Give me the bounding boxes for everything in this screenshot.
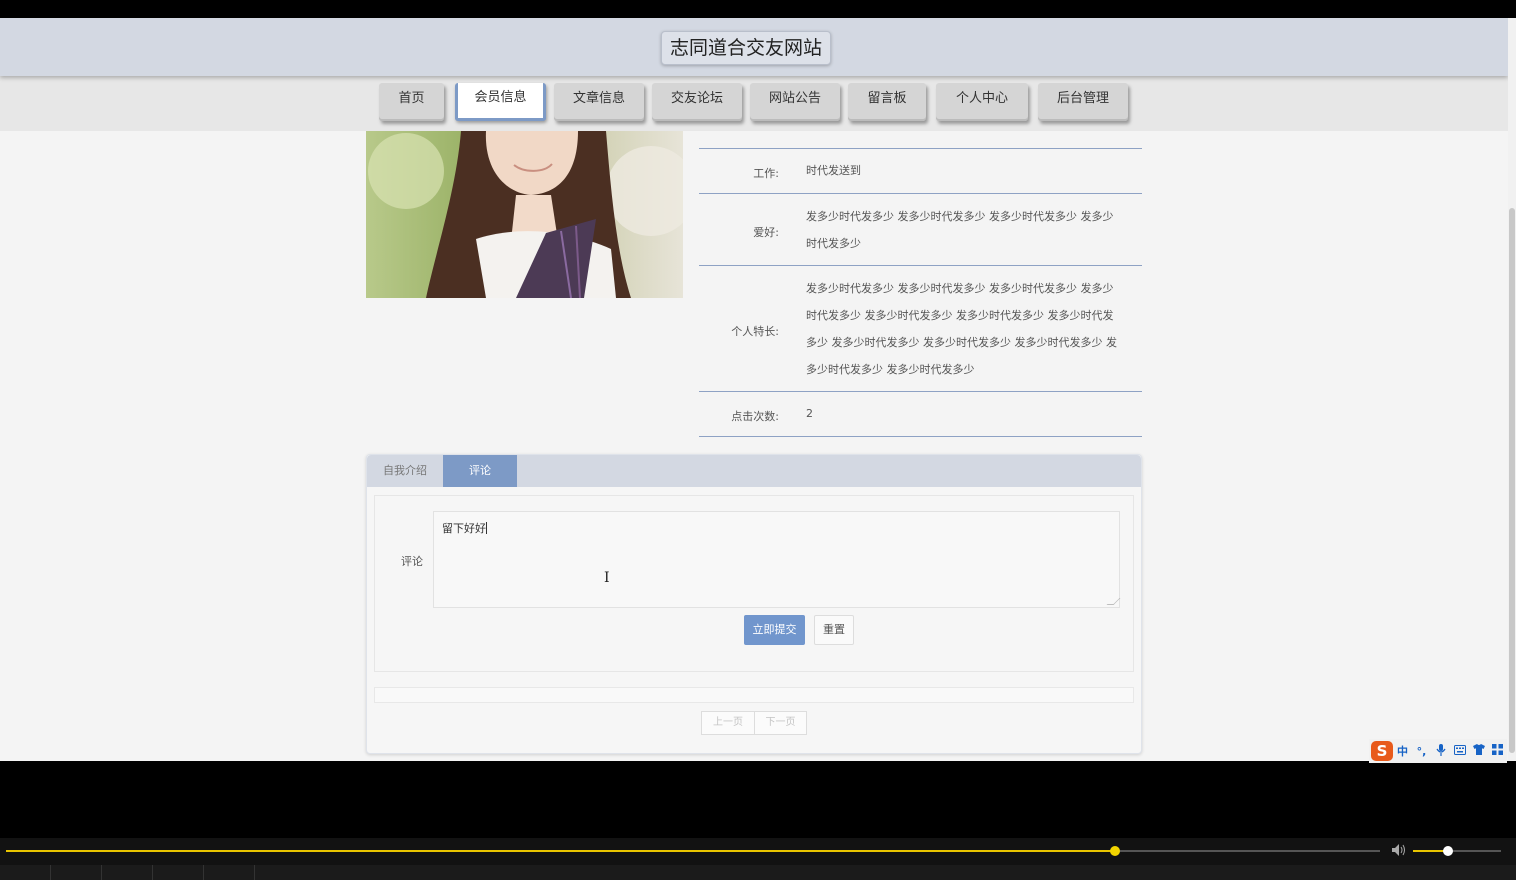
site-title: 志同道合交友网站 (661, 31, 832, 65)
nav-item-forum[interactable]: 交友论坛 (652, 83, 742, 121)
profile-row-clicks: 点击次数: 2 (699, 391, 1142, 436)
profile-label: 个人特长: (731, 325, 779, 338)
member-photo (366, 131, 683, 298)
nav-item-announcements[interactable]: 网站公告 (750, 83, 840, 121)
mic-icon[interactable] (1431, 743, 1450, 759)
grid-icon[interactable] (1488, 744, 1507, 758)
profile-label: 点击次数: (731, 410, 779, 423)
shirt-icon[interactable] (1469, 744, 1488, 758)
profile-value: 发多少时代发多少 发多少时代发多少 发多少时代发多少 发多少时代发多少 (806, 210, 1114, 250)
seek-knob[interactable] (1109, 846, 1120, 856)
screen: 志同道合交友网站 首页 会员信息 文章信息 交友论坛 网站公告 留言板 个人中心… (0, 0, 1516, 880)
reset-button[interactable]: 重置 (814, 615, 854, 645)
player-bottom-bar (0, 865, 1516, 880)
seek-bar[interactable] (6, 850, 1380, 852)
nav-item-guestbook[interactable]: 留言板 (848, 83, 926, 121)
nav-item-articles[interactable]: 文章信息 (554, 83, 644, 121)
comment-label: 评论 (401, 555, 423, 568)
comment-text: 留下好好 (442, 522, 486, 535)
prev-page-button[interactable]: 上一页 (702, 712, 754, 734)
nav-item-admin[interactable]: 后台管理 (1038, 83, 1128, 121)
volume-slider[interactable] (1413, 850, 1501, 852)
profile-row-job: 工作: 时代发送到 (699, 148, 1142, 193)
profile-value: 时代发送到 (806, 164, 861, 177)
nav-item-home[interactable]: 首页 (379, 83, 444, 121)
keyboard-icon[interactable] (1450, 744, 1469, 758)
volume-icon[interactable] (1392, 844, 1406, 859)
profile-info-table: 工作: 时代发送到 爱好: 发多少时代发多少 发多少时代发多少 发多少时代发多少… (699, 148, 1142, 437)
punctuation-icon[interactable]: °, (1412, 745, 1431, 758)
pagination: 上一页 下一页 (701, 711, 807, 735)
scrollbar-thumb[interactable] (1509, 208, 1515, 753)
nav-item-member-info[interactable]: 会员信息 (455, 83, 546, 121)
profile-label: 工作: (753, 167, 779, 180)
comment-panel: 自我介绍 评论 评论 留下好好 I 立即提交 重置 上一页 下一页 (366, 454, 1142, 754)
tab-bar: 自我介绍 评论 (367, 455, 1141, 487)
comment-list (374, 687, 1134, 703)
ime-toolbar: S 中 °, (1369, 739, 1507, 763)
main-nav: 首页 会员信息 文章信息 交友论坛 网站公告 留言板 个人中心 后台管理 (0, 76, 1508, 131)
page-scrollbar[interactable] (1508, 18, 1516, 761)
site-header: 志同道合交友网站 (0, 18, 1508, 76)
seek-progress (6, 850, 1115, 852)
sogou-logo-icon[interactable]: S (1371, 741, 1393, 761)
comment-form: 评论 留下好好 I 立即提交 重置 (374, 495, 1134, 672)
submit-button[interactable]: 立即提交 (744, 615, 805, 645)
next-page-button[interactable]: 下一页 (754, 712, 806, 734)
text-caret (486, 522, 487, 534)
profile-row-hobby: 爱好: 发多少时代发多少 发多少时代发多少 发多少时代发多少 发多少时代发多少 (699, 193, 1142, 265)
profile-value: 发多少时代发多少 发多少时代发多少 发多少时代发多少 发多少时代发多少 发多少时… (806, 282, 1117, 376)
profile-label: 爱好: (753, 226, 779, 239)
nav-item-personal-center[interactable]: 个人中心 (936, 83, 1028, 121)
video-player-controls (0, 838, 1516, 880)
browser-page: 志同道合交友网站 首页 会员信息 文章信息 交友论坛 网站公告 留言板 个人中心… (0, 18, 1508, 761)
table-divider (699, 436, 1142, 437)
ibeam-cursor-icon: I (604, 570, 610, 586)
resize-grip-icon[interactable] (1106, 598, 1121, 605)
tab-self-intro[interactable]: 自我介绍 (367, 455, 443, 487)
comment-textarea[interactable]: 留下好好 I (433, 511, 1121, 608)
profile-row-specialty: 个人特长: 发多少时代发多少 发多少时代发多少 发多少时代发多少 发多少时代发多… (699, 265, 1142, 391)
tab-comments[interactable]: 评论 (443, 455, 517, 487)
profile-value: 2 (806, 407, 813, 420)
volume-knob[interactable] (1443, 846, 1454, 856)
chinese-mode-icon[interactable]: 中 (1393, 743, 1412, 759)
